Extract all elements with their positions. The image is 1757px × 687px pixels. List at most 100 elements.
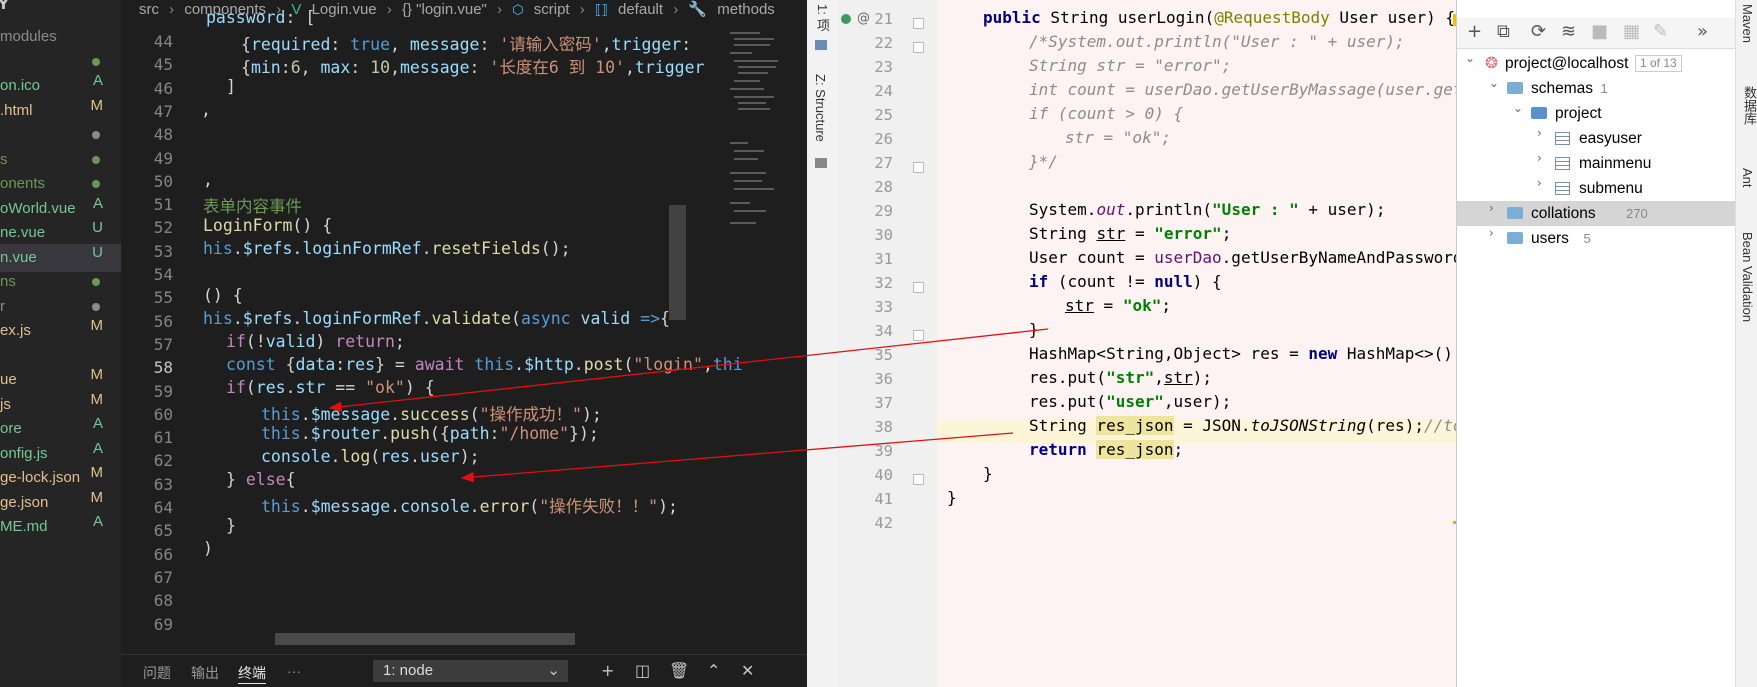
terminal-select[interactable]: 1: node ⌄ [373,660,568,682]
add-terminal-icon[interactable]: + [601,661,614,680]
line-number: 41 [874,490,893,508]
code-line: System.out.println("User : " + user); [1029,200,1386,219]
breadcrumb-src[interactable]: src [139,1,159,18]
explorer-item[interactable]: ME.md A [0,513,121,541]
refresh-icon[interactable]: ⟳ [1531,21,1546,42]
chevron-right-icon[interactable]: › [1537,176,1542,190]
git-status-badge: U [92,219,103,236]
fold-icon[interactable] [913,330,924,341]
code-line: str = "ok"; [1065,128,1171,147]
tool-window-bean-validation[interactable]: Bean Validation [1740,232,1755,322]
chevron-down-icon[interactable]: ⌄ [1489,76,1499,90]
tool-window-structure[interactable]: Z: Structure [813,74,828,142]
add-icon[interactable]: + [1467,21,1482,42]
breadcrumb-script[interactable]: script [534,1,570,18]
tool-window-database[interactable]: 数据库 [1740,86,1757,125]
code-line: } [947,488,957,507]
line-number: 61 [153,428,173,448]
code-line: this.$message.console.error("操作失败！！"); [261,497,678,516]
code-line: public String userLogin(@RequestBody Use… [983,8,1456,27]
line-number: 44 [153,32,173,51]
more-tabs-button[interactable]: ··· [287,663,301,679]
db-node-label: mainmenu [1579,155,1652,172]
line-number: 29 [874,202,893,220]
git-status-badge: A [92,72,103,89]
table-view-icon[interactable]: ▦ [1623,21,1640,42]
properties-icon[interactable]: ≋ [1561,21,1576,42]
trash-icon[interactable]: 🗑 [669,661,689,680]
copy-icon[interactable]: ⧉ [1497,21,1510,42]
db-node-label: users [1531,230,1569,247]
explorer-sidebar: Y modules on.ico A .html Ms onents oWorld.vue A… [0,0,121,687]
chevron-down-icon[interactable]: ⌄ [1513,101,1523,115]
code-line: password: [ [206,8,316,27]
db-tree-node[interactable]: › users 5 [1457,226,1742,251]
breadcrumb-methods[interactable]: methods [717,1,775,18]
code-line: res.put("user",user); [1029,392,1232,411]
minimap[interactable] [726,22,788,322]
db-tree-node[interactable]: ⌄ project [1457,101,1742,126]
db-root-badge[interactable]: 1 of 13 [1635,55,1682,72]
horizontal-scrollbar-thumb[interactable] [275,633,575,645]
db-tree-node[interactable]: ⌄ schemas 1 [1457,76,1742,101]
terminal-select-value: 1: node [383,662,434,679]
tool-window-maven[interactable]: Maven [1740,4,1755,43]
tool-window-ant[interactable]: Ant [1740,168,1755,188]
line-number: 46 [153,78,173,98]
chevron-up-icon[interactable]: ⌃ [707,661,720,680]
line-number: 27 [874,154,893,172]
code-editor[interactable]: src › components › V Login.vue › {} "log… [121,0,807,654]
db-tree-node[interactable]: › easyuser [1457,126,1742,151]
breadcrumb-file[interactable]: Login.vue [312,1,377,18]
chevron-right-icon[interactable]: › [1489,226,1494,240]
chevron-down-icon[interactable]: ⌄ [1465,51,1475,65]
script-icon: ⬡ [512,2,524,17]
chevron-right-icon[interactable]: › [1537,151,1542,165]
structure-icon [815,158,827,168]
line-number: 52 [153,218,173,238]
fold-icon[interactable] [913,42,924,53]
tab-output[interactable]: 输出 [191,663,219,683]
fold-icon[interactable] [913,474,924,485]
tab-problems[interactable]: 问题 [143,663,171,683]
line-number: 66 [153,544,173,564]
breadcrumb-object[interactable]: {} "login.vue" [402,1,487,18]
db-root-label: project@localhost [1505,55,1629,72]
right-tool-stripe: Maven 数据库 Ant Bean Validation [1735,0,1757,687]
chevron-right-icon[interactable]: › [1489,201,1494,215]
close-icon[interactable]: ✕ [741,661,754,680]
left-tool-stripe: 1: 项 Z: Structure [807,0,838,687]
db-tree-node[interactable]: › collations 270 [1457,201,1742,226]
stop-icon[interactable]: ■ [1591,21,1608,42]
split-terminal-icon[interactable]: ◫ [635,661,650,680]
vertical-scrollbar-track[interactable] [790,22,807,632]
fold-icon[interactable] [913,162,924,173]
breadcrumb-default[interactable]: default [618,1,663,18]
fold-icon[interactable] [913,18,924,29]
code-line: , [201,100,211,119]
db-root[interactable]: ⌄ ❂ project@localhost 1 of 13 [1457,51,1742,76]
tool-window-project[interactable]: 1: 项 [813,4,832,31]
panel-bar: 问题 输出 终端 ··· 1: node ⌄ + ◫ 🗑 ⌃ ✕ [121,654,807,687]
line-number: 40 [874,466,893,484]
db-tree-node[interactable]: › mainmenu [1457,151,1742,176]
line-number: 31 [874,250,893,268]
fold-icon[interactable] [913,282,924,293]
line-number: 30 [874,226,893,244]
vertical-scrollbar-thumb[interactable] [669,205,686,320]
line-number: 39 [874,442,893,460]
tab-terminal[interactable]: 终端 [238,663,266,684]
edit-icon[interactable]: ✎ [1653,21,1668,42]
chevron-right-icon: › [673,1,679,18]
db-tree-node[interactable]: › submenu [1457,176,1742,201]
java-editor[interactable]: public String userLogin(@RequestBody Use… [937,0,1467,687]
chevron-right-icon[interactable]: › [1537,126,1542,140]
more-icon[interactable]: » [1697,21,1708,42]
code-line: res.put("str",str); [1029,368,1213,387]
line-number: 23 [874,58,893,76]
code-line: {min:6, max: 10,message: '长度在6 到 10',tri… [241,58,705,77]
line-number: 37 [874,394,893,412]
code-line: }*/ [1029,152,1058,171]
line-number: 47 [153,101,173,121]
line-number: 42 [874,514,893,532]
